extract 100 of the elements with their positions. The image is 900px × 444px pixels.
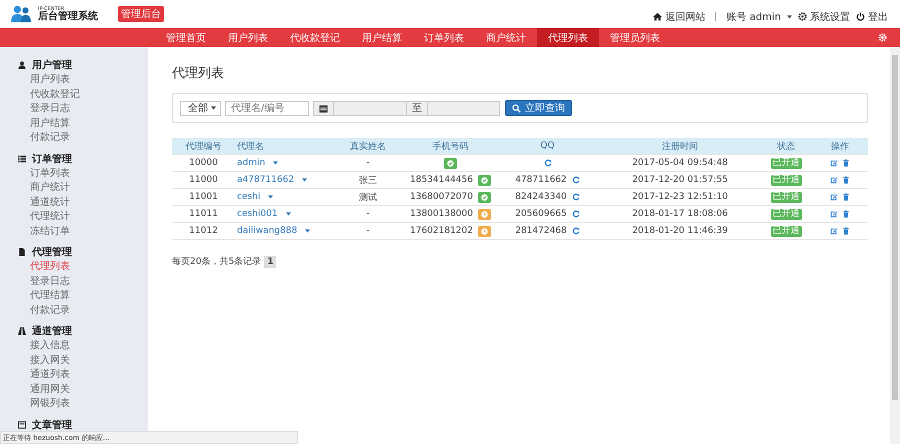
sidebar-item[interactable]: 用户列表 bbox=[18, 73, 70, 88]
header-link[interactable]: 系统设置 bbox=[798, 10, 850, 24]
caret-icon[interactable] bbox=[305, 229, 310, 233]
table-cell-text: 2017-12-20 01:57:55 bbox=[631, 175, 729, 185]
sidebar-item[interactable]: 冻结订单 bbox=[18, 224, 70, 239]
sidebar-item[interactable]: 付款记录 bbox=[18, 304, 70, 318]
sidebar-item[interactable]: 订单列表 bbox=[18, 166, 70, 181]
nav-tab[interactable]: 代理列表 bbox=[537, 28, 599, 47]
sidebar-item[interactable]: 代理结算 bbox=[18, 289, 70, 304]
header-link[interactable]: 登出 bbox=[856, 10, 888, 24]
agent-name-link[interactable]: ceshi bbox=[237, 192, 260, 202]
refresh-icon[interactable] bbox=[572, 210, 580, 218]
table-cell-text: 2018-01-20 11:46:39 bbox=[631, 226, 729, 236]
nav-tab[interactable]: 用户结算 bbox=[351, 28, 413, 47]
sidebar-item[interactable]: 通道统计 bbox=[18, 196, 70, 210]
agent-name-link[interactable]: admin bbox=[237, 158, 266, 168]
sidebar-group-title[interactable]: 订单管理 bbox=[32, 152, 72, 166]
page-title: 代理列表 bbox=[172, 65, 225, 82]
table-cell-text: 2017-12-23 12:51:10 bbox=[631, 192, 729, 202]
header-link[interactable]: 账号 admin bbox=[726, 10, 792, 24]
sidebar-item[interactable]: 代收款登记 bbox=[18, 88, 80, 102]
agent-name-link[interactable]: dailiwang888 bbox=[237, 226, 298, 236]
user-icon bbox=[18, 61, 26, 69]
sidebar-group-title[interactable]: 代理管理 bbox=[32, 245, 72, 259]
table-cell-text: 11001 bbox=[188, 192, 219, 202]
refresh-icon[interactable] bbox=[544, 159, 552, 167]
header-link[interactable]: 返回网站 bbox=[653, 10, 706, 24]
caret-icon[interactable] bbox=[286, 212, 291, 216]
nav-tab[interactable]: 用户列表 bbox=[217, 28, 279, 47]
edit-icon[interactable] bbox=[830, 210, 838, 218]
refresh-icon[interactable] bbox=[572, 176, 580, 184]
sidebar-item[interactable]: 代理列表 bbox=[18, 260, 70, 274]
sidebar-item[interactable]: 接入信息 bbox=[18, 339, 70, 354]
sidebar-item[interactable]: 付款记录 bbox=[18, 131, 70, 146]
search-button[interactable]: 立即查询 bbox=[505, 100, 572, 116]
edit-icon[interactable] bbox=[830, 176, 838, 184]
scrollbar[interactable] bbox=[890, 47, 900, 444]
end-date-field[interactable] bbox=[428, 100, 500, 116]
table-cell-text: 2018-01-17 18:08:06 bbox=[631, 209, 729, 219]
edit-icon[interactable] bbox=[830, 159, 838, 167]
column-header: 代理编号 bbox=[184, 140, 222, 152]
caret-icon[interactable] bbox=[268, 195, 274, 199]
table-cell-text: 11011 bbox=[188, 209, 219, 219]
caret-icon[interactable] bbox=[302, 178, 308, 182]
nav-tab[interactable]: 订单列表 bbox=[413, 28, 475, 47]
table-cell-text: 11000 bbox=[188, 175, 219, 185]
nav-tab[interactable]: 商户统计 bbox=[475, 28, 537, 47]
sidebar-item[interactable]: 用户结算 bbox=[18, 116, 70, 131]
table-cell: 824243340 bbox=[515, 192, 567, 202]
table-cell-text: 11012 bbox=[188, 226, 219, 236]
type-select[interactable]: 全部 bbox=[180, 100, 221, 116]
edit-icon[interactable] bbox=[830, 193, 838, 201]
home-icon bbox=[653, 12, 662, 21]
nav-tab[interactable]: 代收款登记 bbox=[279, 28, 351, 47]
trash-icon[interactable] bbox=[842, 227, 850, 235]
table-cell: 478711662 bbox=[515, 175, 567, 185]
sidebar-item[interactable]: 代理统计 bbox=[18, 210, 70, 224]
table-cell: 281472468 bbox=[515, 226, 567, 236]
agent-name-link[interactable]: ceshi001 bbox=[237, 209, 278, 219]
column-header: 状态 bbox=[776, 140, 796, 152]
range-to-label: 至 bbox=[406, 100, 428, 116]
column-header: 代理名 bbox=[236, 140, 265, 152]
nav-tab[interactable]: 管理员列表 bbox=[599, 28, 671, 47]
system-name: 后台管理系统 bbox=[38, 12, 98, 22]
sidebar-group-title[interactable]: 通道管理 bbox=[32, 324, 72, 338]
caret-icon[interactable] bbox=[273, 161, 278, 165]
trash-icon[interactable] bbox=[842, 176, 850, 184]
table-cell-text: - bbox=[365, 158, 371, 168]
sidebar-item[interactable]: 网银列表 bbox=[18, 397, 70, 412]
pagination-summary: 每页20条，共5条记录 bbox=[172, 256, 262, 268]
table-cell: 13800138000 bbox=[410, 209, 473, 219]
calendar-icon bbox=[319, 104, 328, 112]
agent-name-link[interactable]: a478711662 bbox=[237, 175, 294, 185]
refresh-icon[interactable] bbox=[572, 193, 580, 201]
page-button[interactable]: 1 bbox=[264, 256, 276, 268]
caret-icon bbox=[787, 14, 792, 18]
sidebar-group-title[interactable]: 用户管理 bbox=[32, 58, 72, 72]
sidebar-item[interactable]: 通用网关 bbox=[18, 382, 70, 397]
keyword-field[interactable]: 代理名/编号 bbox=[225, 100, 309, 116]
edit-icon[interactable] bbox=[830, 227, 838, 235]
column-header: QQ bbox=[539, 141, 556, 151]
trash-icon[interactable] bbox=[842, 193, 850, 201]
sidebar-item[interactable]: 登录日志 bbox=[18, 102, 70, 116]
start-date-field[interactable] bbox=[334, 100, 406, 116]
list-icon bbox=[18, 154, 26, 162]
refresh-icon[interactable] bbox=[572, 227, 580, 235]
sidebar-item[interactable]: 登录日志 bbox=[18, 274, 70, 289]
search-icon bbox=[512, 104, 521, 112]
trash-icon[interactable] bbox=[842, 159, 850, 167]
nav-tab[interactable]: 管理首页 bbox=[155, 28, 217, 47]
table-cell-text: 测试 bbox=[358, 192, 378, 204]
trash-icon[interactable] bbox=[842, 210, 850, 218]
sidebar-item[interactable]: 商户统计 bbox=[18, 181, 70, 196]
sidebar-item[interactable]: 接入网关 bbox=[18, 354, 70, 368]
sidebar-group-title[interactable]: 文章管理 bbox=[32, 418, 72, 432]
table-cell-text: 2017-05-04 09:54:48 bbox=[631, 158, 729, 168]
sidebar-item[interactable]: 通道列表 bbox=[18, 368, 70, 382]
settings-icon[interactable] bbox=[878, 33, 887, 42]
table-cell-text: - bbox=[365, 226, 371, 236]
file-icon bbox=[18, 248, 26, 256]
